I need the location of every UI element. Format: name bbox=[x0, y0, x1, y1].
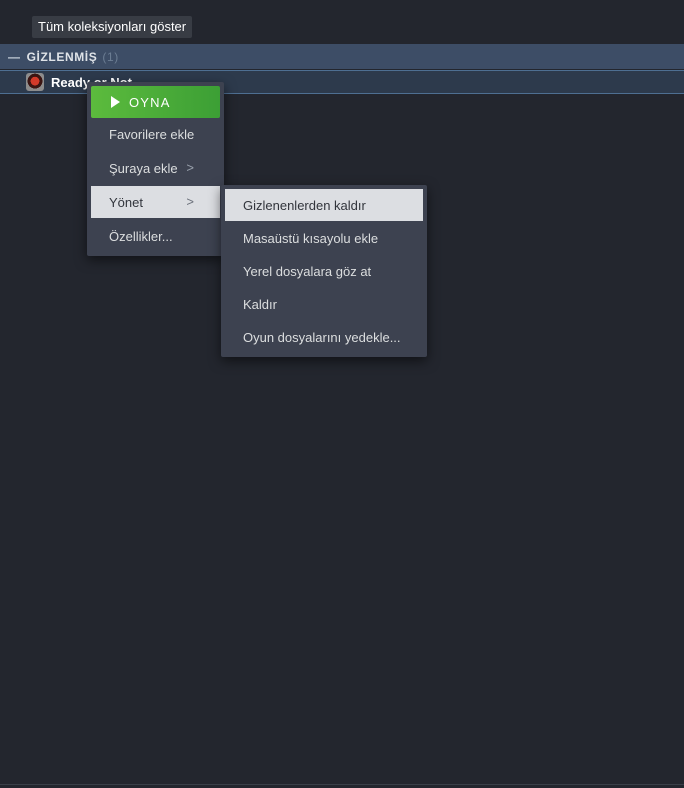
menu-item-add-to-favorites[interactable]: Favorilere ekle bbox=[91, 118, 220, 150]
menu-item-add-to[interactable]: Şuraya ekle > bbox=[91, 152, 220, 184]
submenu-item-browse-local-files[interactable]: Yerel dosyalara göz at bbox=[225, 255, 423, 287]
submenu-item-unhide[interactable]: Gizlenenlerden kaldır bbox=[225, 189, 423, 221]
menu-item-label: Yerel dosyalara göz at bbox=[243, 263, 372, 279]
menu-item-label: Özellikler... bbox=[109, 228, 173, 244]
play-button[interactable]: OYNA bbox=[91, 86, 220, 118]
divider bbox=[0, 784, 684, 785]
menu-item-label: Yönet bbox=[109, 194, 143, 210]
chevron-right-icon: > bbox=[186, 160, 194, 175]
play-icon bbox=[111, 96, 120, 108]
menu-item-label: Şuraya ekle bbox=[109, 160, 178, 176]
submenu-item-uninstall[interactable]: Kaldır bbox=[225, 288, 423, 320]
play-label: OYNA bbox=[129, 94, 171, 110]
submenu-item-backup-files[interactable]: Oyun dosyalarını yedekle... bbox=[225, 321, 423, 353]
context-menu: OYNA Favorilere ekle Şuraya ekle > Yönet… bbox=[87, 82, 224, 256]
manage-submenu: Gizlenenlerden kaldır Masaüstü kısayolu … bbox=[221, 185, 427, 357]
menu-item-properties[interactable]: Özellikler... bbox=[91, 220, 220, 252]
collapse-icon[interactable]: — bbox=[8, 50, 21, 64]
hidden-section-header[interactable]: — GİZLENMİŞ (1) bbox=[0, 44, 684, 69]
chevron-right-icon: > bbox=[186, 194, 194, 209]
menu-item-label: Oyun dosyalarını yedekle... bbox=[243, 329, 401, 345]
show-all-collections-button[interactable]: Tüm koleksiyonları göster bbox=[32, 16, 193, 38]
menu-item-label: Gizlenenlerden kaldır bbox=[243, 197, 366, 213]
game-icon bbox=[26, 73, 44, 91]
section-count: (1) bbox=[102, 49, 119, 64]
section-title: GİZLENMİŞ bbox=[26, 49, 98, 64]
submenu-item-desktop-shortcut[interactable]: Masaüstü kısayolu ekle bbox=[225, 222, 423, 254]
menu-item-label: Masaüstü kısayolu ekle bbox=[243, 230, 379, 246]
menu-item-label: Favorilere ekle bbox=[109, 126, 195, 142]
menu-item-label: Kaldır bbox=[243, 296, 277, 312]
menu-item-manage[interactable]: Yönet > bbox=[91, 186, 220, 218]
